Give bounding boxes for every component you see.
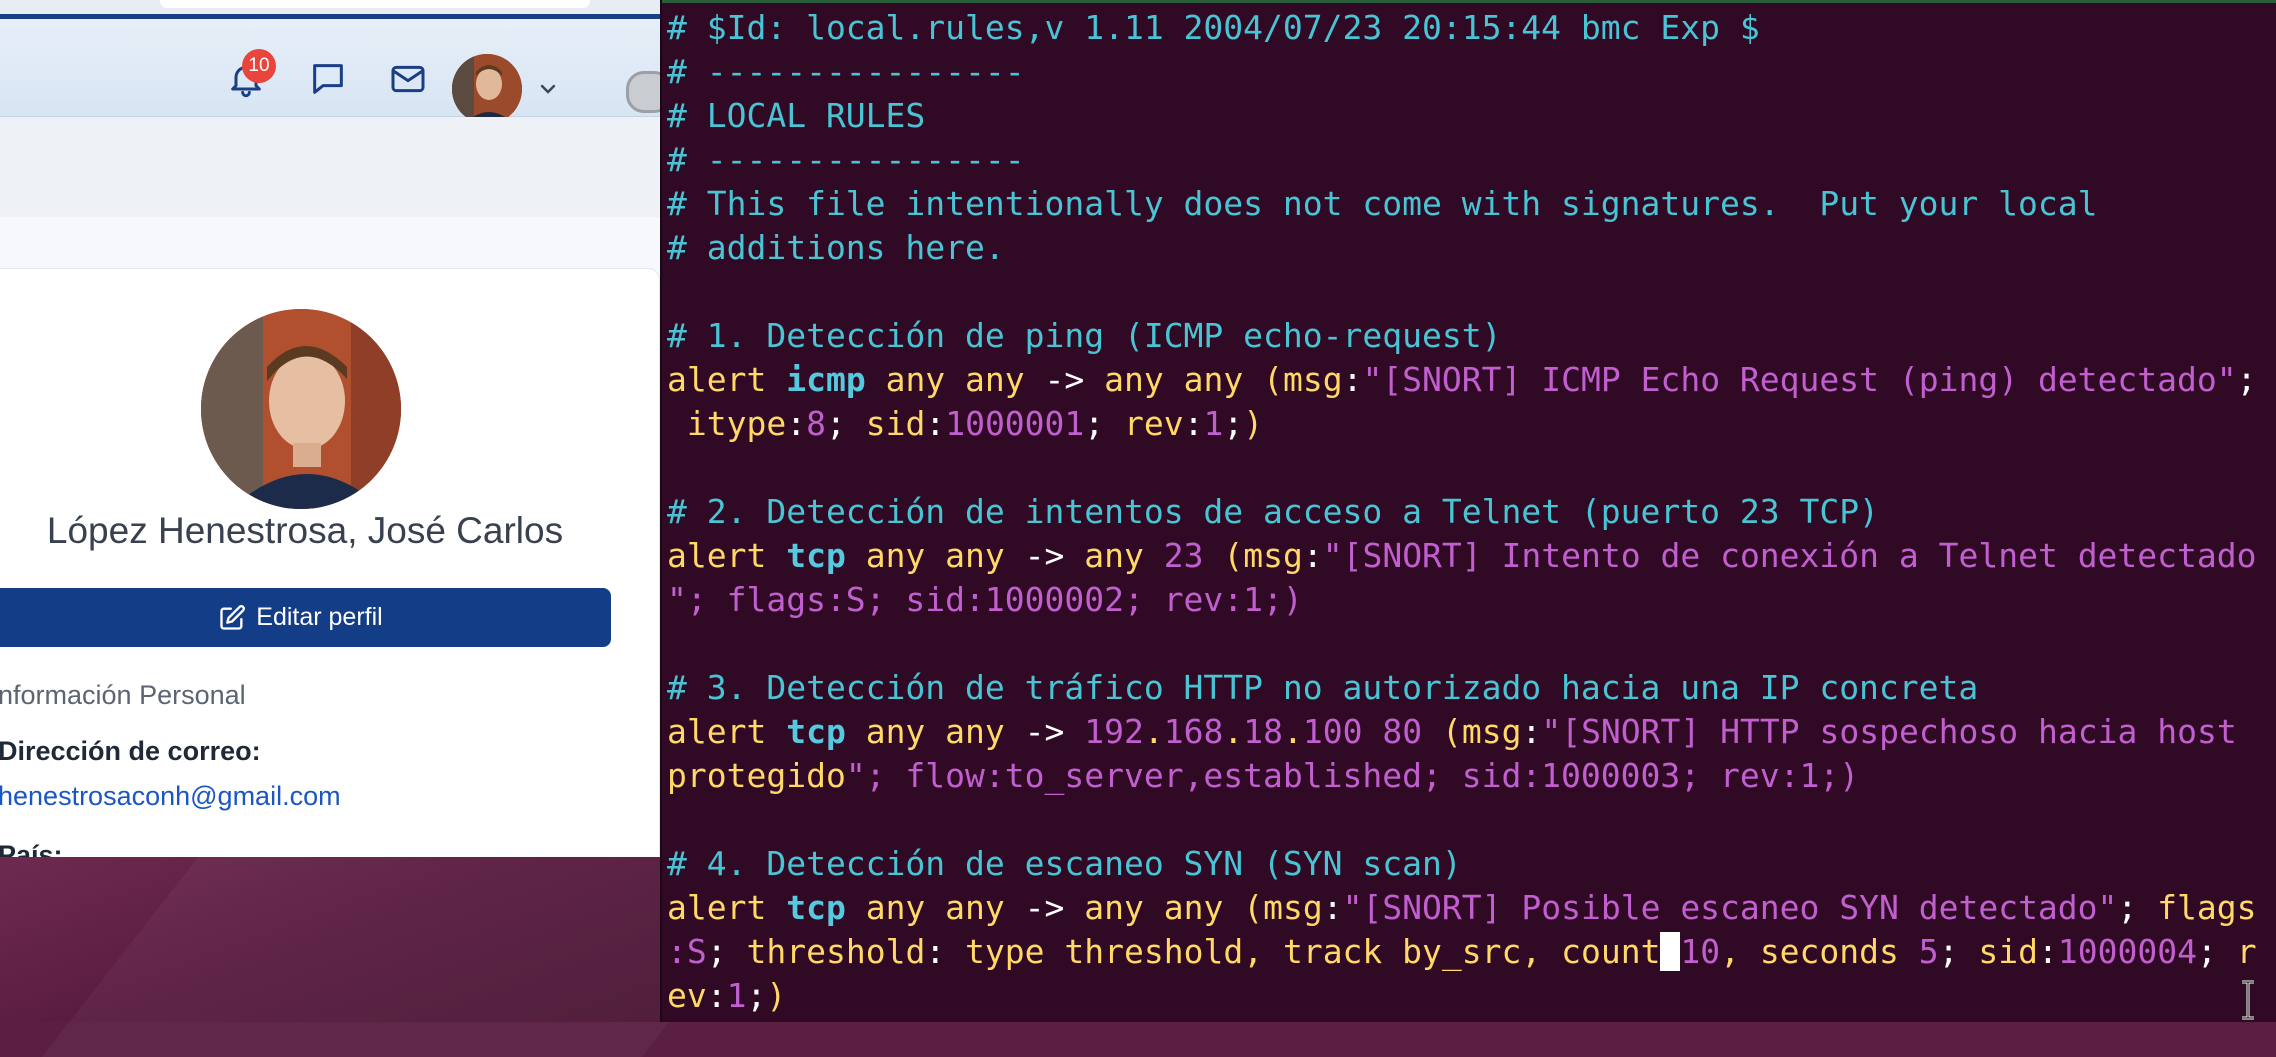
- profile-avatar: [201, 309, 401, 509]
- browser-window: 10 López Henestrosa, José Carlos Editar …: [0, 0, 661, 857]
- code-line: alert tcp any any -> any 23 (msg:"[SNORT…: [667, 536, 2257, 575]
- text-cursor: [1660, 932, 1681, 971]
- code-line: # LOCAL RULES: [667, 96, 926, 135]
- address-bar[interactable]: [160, 0, 590, 8]
- profile-name: López Henestrosa, José Carlos: [46, 510, 564, 551]
- terminal-text-area[interactable]: # $Id: local.rules,v 1.11 2004/07/23 20:…: [667, 6, 2257, 1018]
- section-title: nformación Personal: [0, 680, 246, 710]
- avatar[interactable]: [452, 54, 522, 124]
- email-value[interactable]: henestrosaconh@gmail.com: [0, 781, 341, 812]
- code-line: # 2. Detección de intentos de acceso a T…: [667, 492, 1879, 531]
- theme-toggle[interactable]: [626, 71, 661, 113]
- code-line: alert tcp any any -> 192.168.18.100 80 (…: [667, 712, 2237, 751]
- app-navbar: 10: [0, 19, 661, 124]
- code-line: # ----------------: [667, 52, 1025, 91]
- code-line: alert icmp any any -> any any (msg:"[SNO…: [667, 360, 2257, 399]
- code-line: # 4. Detección de escaneo SYN (SYN scan): [667, 844, 1462, 883]
- code-line: itype:8; sid:1000001; rev:1;): [686, 404, 1264, 443]
- edit-icon: [220, 604, 246, 630]
- code-line: # ----------------: [667, 140, 1025, 179]
- chat-icon[interactable]: [308, 59, 348, 99]
- code-line: # This file intentionally does not come …: [667, 184, 2098, 223]
- code-line: alert tcp any any -> any any (msg:"[SNOR…: [667, 888, 2257, 927]
- code-line: protegido"; flow:to_server,established; …: [667, 756, 1860, 795]
- code-line: # 3. Detección de tráfico HTTP no autori…: [667, 668, 1979, 707]
- edit-profile-label: Editar perfil: [256, 603, 383, 631]
- code-line: ev:1;): [667, 976, 787, 1015]
- terminal-window[interactable]: # $Id: local.rules,v 1.11 2004/07/23 20:…: [660, 0, 2276, 1022]
- chevron-down-icon[interactable]: [536, 77, 560, 101]
- code-line: :S; threshold: type threshold, track by_…: [667, 932, 2257, 971]
- code-line: # additions here.: [667, 228, 1005, 267]
- browser-tabstrip: [0, 0, 661, 19]
- code-line: # 1. Detección de ping (ICMP echo-reques…: [667, 316, 1502, 355]
- page-subheader: [0, 117, 661, 217]
- text-cursor-icon: [2242, 980, 2254, 1020]
- notification-badge: 10: [242, 49, 276, 83]
- desktop-wallpaper: [0, 857, 799, 1057]
- mail-icon[interactable]: [388, 59, 428, 99]
- code-line: "; flags:S; sid:1000002; rev:1;): [667, 580, 1303, 619]
- edit-profile-button[interactable]: Editar perfil: [0, 588, 611, 647]
- code-line: # $Id: local.rules,v 1.11 2004/07/23 20:…: [667, 8, 1760, 47]
- email-label: Dirección de correo:: [0, 736, 261, 766]
- country-label: País:: [0, 840, 63, 857]
